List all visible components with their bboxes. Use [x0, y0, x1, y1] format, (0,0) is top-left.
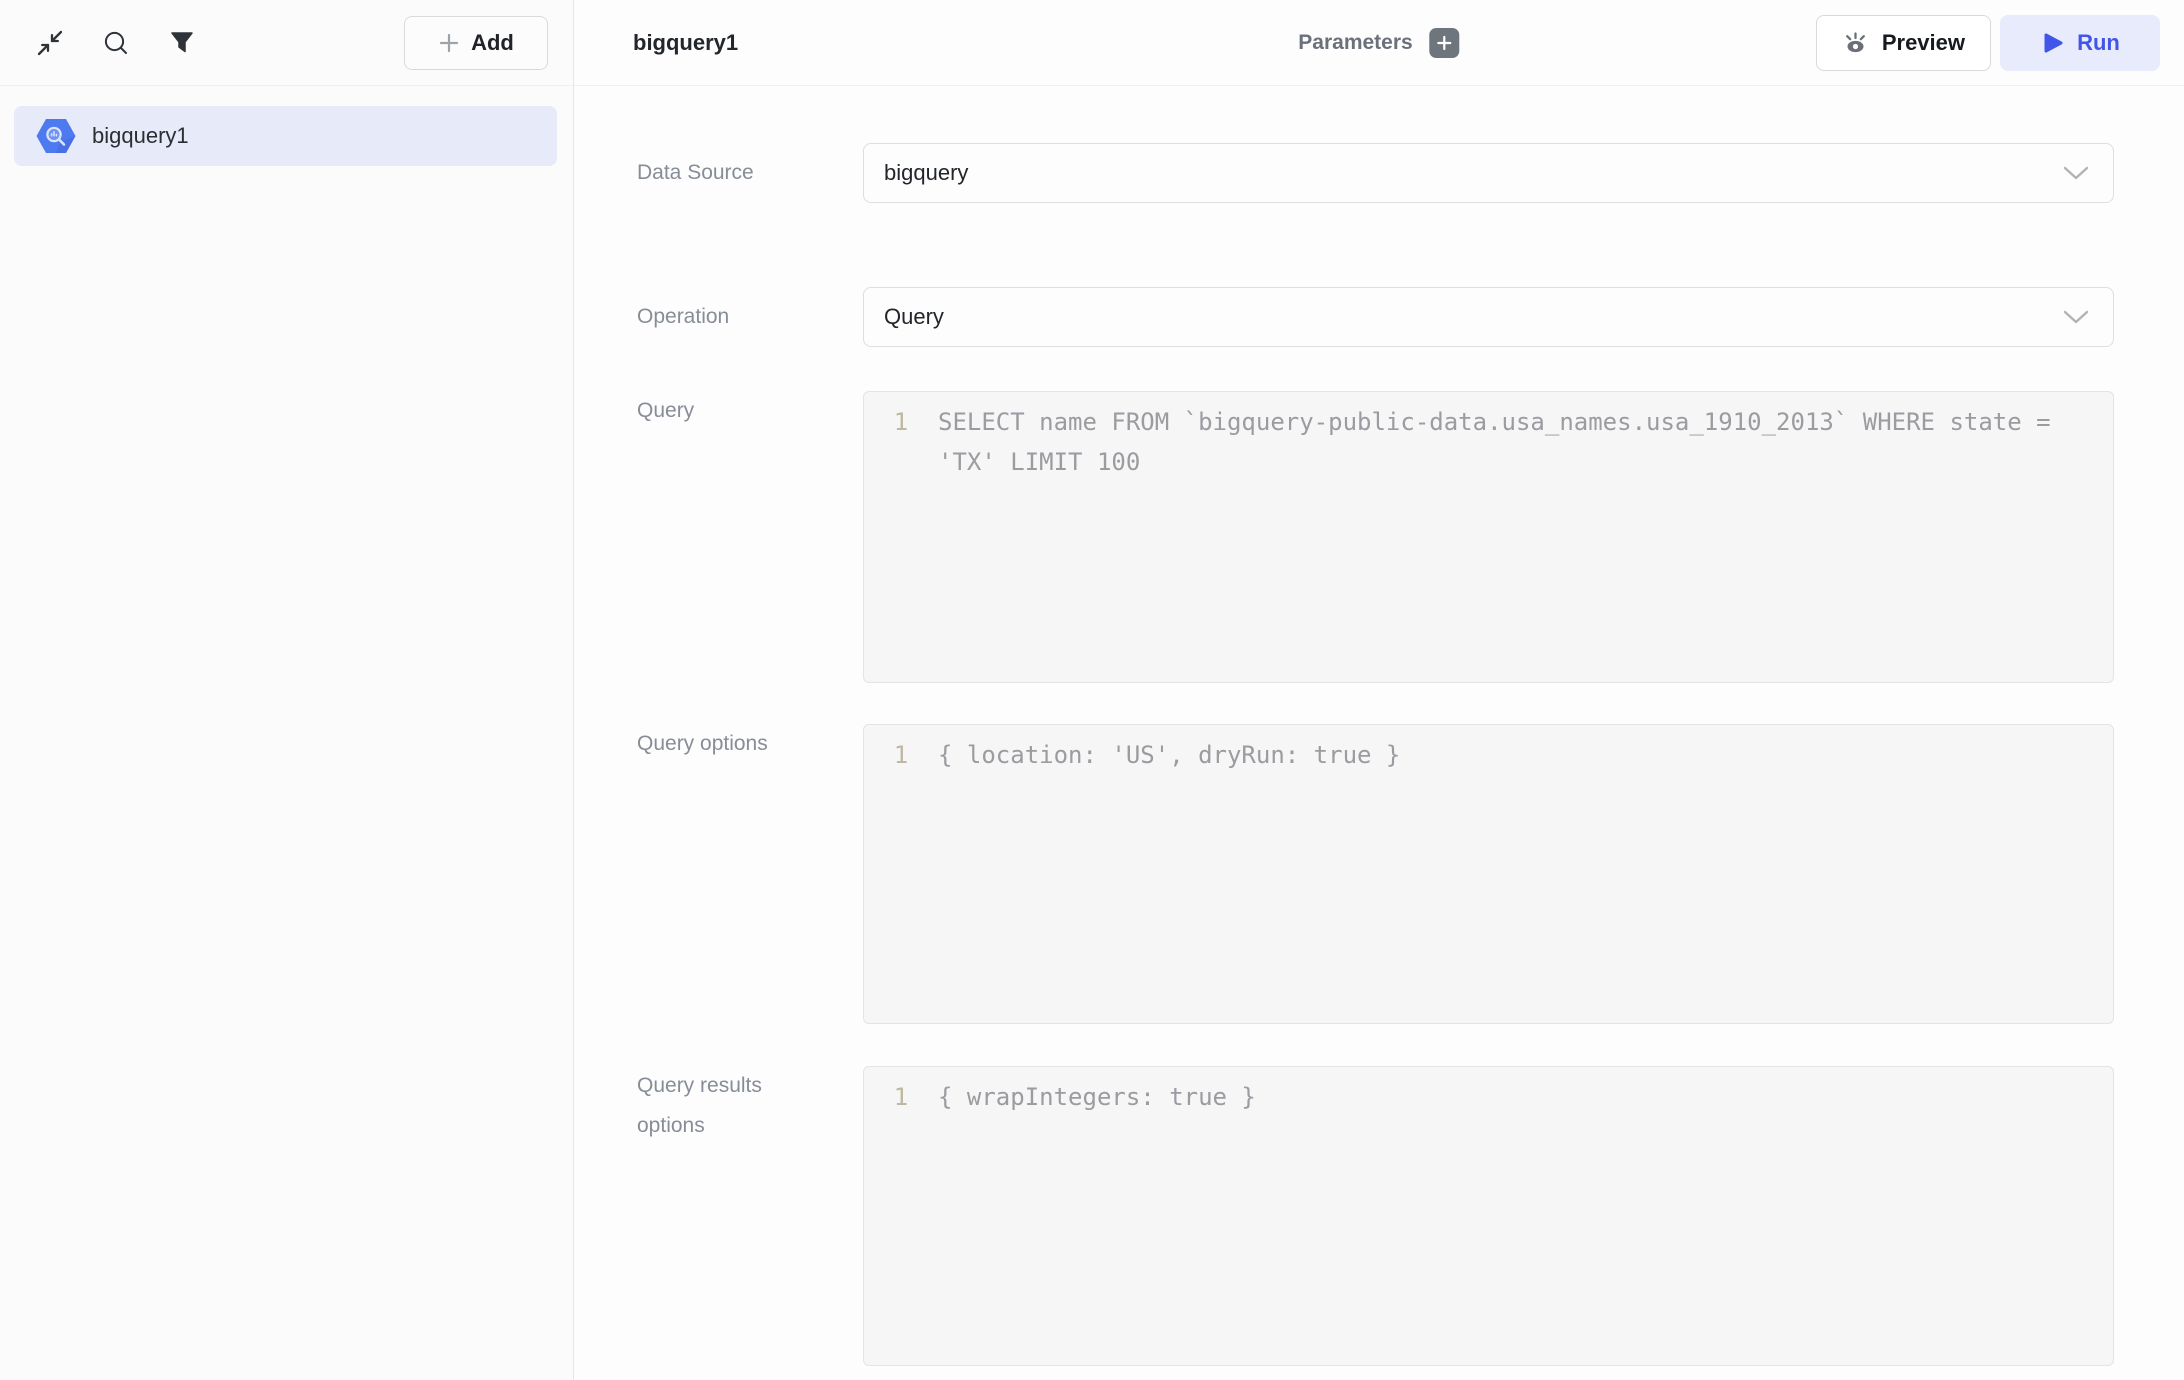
operation-value: Query — [884, 304, 944, 330]
query-results-options-label: Query results options — [637, 1066, 827, 1146]
query-code-editor[interactable]: 1 SELECT name FROM `bigquery-public-data… — [863, 391, 2114, 683]
query-results-options-placeholder-text: { wrapIntegers: true } — [938, 1077, 2113, 1117]
operation-label: Operation — [637, 297, 827, 337]
filter-funnel-icon[interactable] — [168, 29, 196, 57]
parameters-group: Parameters — [1298, 28, 1459, 58]
operation-row: Operation Query — [637, 287, 2114, 347]
query-editor-panel: bigquery1 Parameters Preview — [574, 0, 2184, 1380]
sidebar-toolbar: Add — [0, 0, 573, 86]
line-number: 1 — [864, 402, 938, 442]
query-form: Data Source bigquery Operation Query — [574, 86, 2184, 1380]
run-button-label: Run — [2077, 30, 2120, 56]
eye-icon — [1842, 29, 1869, 56]
add-parameter-button[interactable] — [1430, 28, 1460, 58]
play-icon — [2040, 31, 2064, 55]
query-results-options-row: Query results options 1 { wrapIntegers: … — [637, 1066, 2114, 1366]
search-icon[interactable] — [102, 29, 130, 57]
plus-icon — [1437, 35, 1453, 51]
data-source-label: Data Source — [637, 153, 827, 193]
query-editor-header: bigquery1 Parameters Preview — [574, 0, 2184, 86]
query-options-code-editor[interactable]: 1 { location: 'US', dryRun: true } — [863, 724, 2114, 1024]
preview-button-label: Preview — [1882, 30, 1965, 56]
run-button[interactable]: Run — [2000, 15, 2160, 71]
plus-icon — [438, 32, 460, 54]
query-item-label: bigquery1 — [92, 123, 189, 149]
operation-select[interactable]: Query — [863, 287, 2114, 347]
header-actions: Preview Run — [1816, 15, 2160, 71]
query-list-item-bigquery1[interactable]: bigquery1 — [14, 106, 557, 166]
chevron-down-icon — [2063, 166, 2089, 180]
query-list: bigquery1 — [0, 86, 573, 166]
data-source-select[interactable]: bigquery — [863, 143, 2114, 203]
add-query-button[interactable]: Add — [404, 16, 548, 70]
query-title: bigquery1 — [633, 30, 738, 56]
data-source-row: Data Source bigquery — [637, 143, 2114, 203]
collapse-panel-icon[interactable] — [36, 29, 64, 57]
query-options-placeholder-text: { location: 'US', dryRun: true } — [938, 735, 2113, 775]
query-results-options-code-editor[interactable]: 1 { wrapIntegers: true } — [863, 1066, 2114, 1366]
line-number: 1 — [864, 735, 938, 775]
data-source-value: bigquery — [884, 160, 968, 186]
preview-button[interactable]: Preview — [1816, 15, 1991, 71]
query-row: Query 1 SELECT name FROM `bigquery-publi… — [637, 391, 2114, 683]
query-options-label: Query options — [637, 724, 827, 764]
parameters-label: Parameters — [1298, 31, 1412, 55]
query-placeholder-text: SELECT name FROM `bigquery-public-data.u… — [938, 402, 2113, 482]
bigquery-icon — [36, 118, 76, 154]
line-number: 1 — [864, 1077, 938, 1117]
query-sidebar: Add bigquery1 — [0, 0, 574, 1380]
add-button-label: Add — [471, 30, 514, 56]
chevron-down-icon — [2063, 310, 2089, 324]
query-options-row: Query options 1 { location: 'US', dryRun… — [637, 724, 2114, 1024]
query-label: Query — [637, 391, 827, 431]
